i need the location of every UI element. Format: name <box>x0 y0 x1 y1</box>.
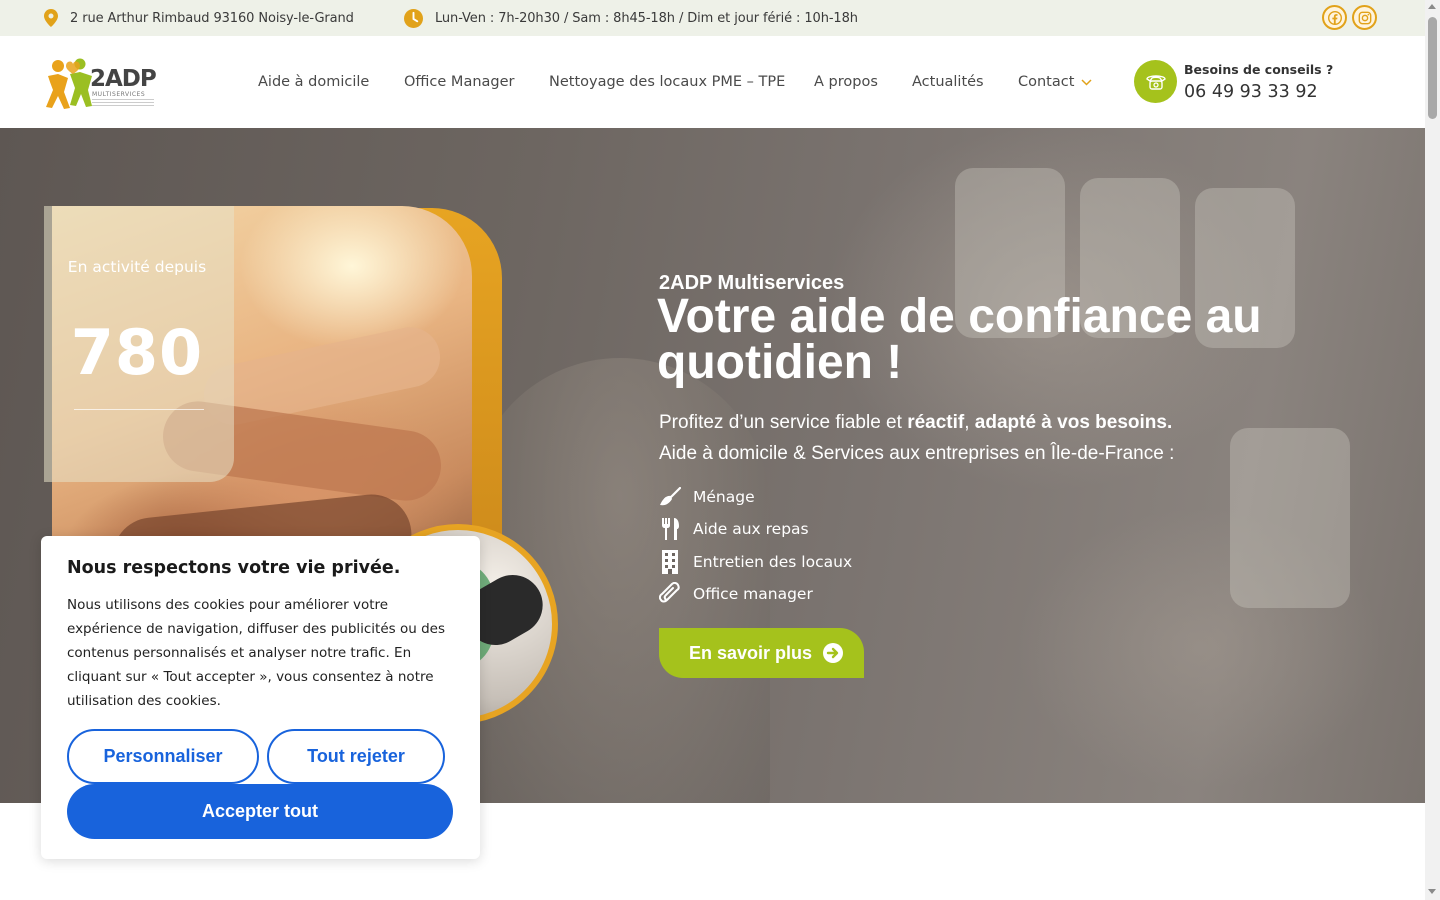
scroll-down-arrow-icon[interactable] <box>1428 889 1436 894</box>
feature-entretien-locaux: Entretien des locaux <box>659 549 852 575</box>
cookie-consent-dialog: Nous respectons votre vie privée. Nous u… <box>41 536 480 859</box>
hero-intro-bold: adapté à vos besoins. <box>974 412 1173 433</box>
broom-icon <box>659 484 681 510</box>
phone-number-link[interactable]: 06 49 93 33 92 <box>1184 82 1318 102</box>
hero-intro-text: Profitez d’un service fiable et <box>659 412 908 433</box>
hero-intro-text: , <box>964 412 975 433</box>
feature-menage: Ménage <box>659 484 755 510</box>
logo-tagline-lines <box>92 99 154 108</box>
cookie-description: Nous utilisons des cookies pour améliore… <box>67 597 445 709</box>
cookie-title: Nous respectons votre vie privée. <box>67 558 401 578</box>
years-active-card: En activité depuis 780 <box>44 206 234 482</box>
nav-office-manager[interactable]: Office Manager <box>404 72 515 92</box>
feature-label: Office manager <box>693 585 813 603</box>
nav-label: Office Manager <box>404 74 515 90</box>
learn-more-button[interactable]: En savoir plus <box>659 628 864 678</box>
site-logo[interactable]: 2ADP MULTISERVICES <box>44 52 164 112</box>
nav-nettoyage-locaux[interactable]: Nettoyage des locaux PME – TPE <box>549 72 785 92</box>
feature-aide-repas: Aide aux repas <box>659 516 809 542</box>
nav-label: Aide à domicile <box>258 74 370 90</box>
feature-office-manager: Office manager <box>659 581 813 607</box>
clock-icon <box>404 8 423 28</box>
phone-label: Besoins de conseils ? <box>1184 62 1334 77</box>
feature-label: Entretien des locaux <box>693 553 853 571</box>
paperclip-icon <box>659 581 681 607</box>
hero-intro-bold: réactif <box>907 412 965 433</box>
address-text: 2 rue Arthur Rimbaud 93160 Noisy-le-Gran… <box>70 10 354 26</box>
address-info: 2 rue Arthur Rimbaud 93160 Noisy-le-Gran… <box>44 0 354 36</box>
years-active-number: 780 <box>70 316 204 389</box>
stat-divider <box>74 409 204 410</box>
nav-aide-a-domicile[interactable]: Aide à domicile <box>258 72 369 92</box>
phone-icon <box>1145 74 1166 90</box>
chevron-down-icon <box>1081 78 1092 86</box>
learn-more-label: En savoir plus <box>689 642 813 663</box>
utensils-icon <box>659 516 681 542</box>
logo-wordmark: 2ADP <box>90 66 157 92</box>
map-pin-icon <box>44 9 58 27</box>
nav-contact[interactable]: Contact <box>1018 72 1092 92</box>
opening-hours-info: Lun-Ven : 7h-20h30 / Sam : 8h45-18h / Di… <box>404 0 858 36</box>
nav-label: A propos <box>814 74 878 90</box>
customize-button[interactable]: Personnaliser <box>67 729 259 784</box>
facebook-link[interactable] <box>1322 5 1347 30</box>
hero-title: Votre aide de confiance au quotidien ! <box>657 290 1262 389</box>
hero-intro: Profitez d’un service fiable et réactif,… <box>659 412 1172 434</box>
background-window <box>1230 428 1350 608</box>
nav-label: Contact <box>1018 74 1075 90</box>
reject-all-button[interactable]: Tout rejeter <box>267 729 445 784</box>
hours-text: Lun-Ven : 7h-20h30 / Sam : 8h45-18h / Di… <box>435 10 858 26</box>
scroll-up-arrow-icon[interactable] <box>1428 4 1436 9</box>
instagram-link[interactable] <box>1352 5 1377 30</box>
feature-label: Ménage <box>693 488 755 506</box>
accept-all-button[interactable]: Accepter tout <box>67 784 453 839</box>
nav-a-propos[interactable]: A propos <box>814 72 878 92</box>
phone-button[interactable] <box>1134 60 1177 103</box>
instagram-icon <box>1358 11 1371 24</box>
arrow-circle-right-icon <box>823 643 844 663</box>
hero-subtitle: Aide à domicile & Services aux entrepris… <box>659 443 1175 464</box>
nav-label: Actualités <box>912 74 984 90</box>
feature-label: Aide aux repas <box>693 520 809 538</box>
nav-label: Nettoyage des locaux PME – TPE <box>549 74 786 90</box>
site-header: 2ADP MULTISERVICES Aide à domicile Offic… <box>0 36 1425 128</box>
top-info-bar: 2 rue Arthur Rimbaud 93160 Noisy-le-Gran… <box>0 0 1425 36</box>
logo-subtitle: MULTISERVICES <box>92 91 146 98</box>
facebook-icon <box>1327 10 1342 25</box>
page-scrollbar[interactable] <box>1425 0 1440 900</box>
scrollbar-thumb[interactable] <box>1428 17 1437 119</box>
building-icon <box>659 549 681 575</box>
nav-actualites[interactable]: Actualités <box>912 72 984 92</box>
years-active-label: En activité depuis <box>67 258 207 276</box>
